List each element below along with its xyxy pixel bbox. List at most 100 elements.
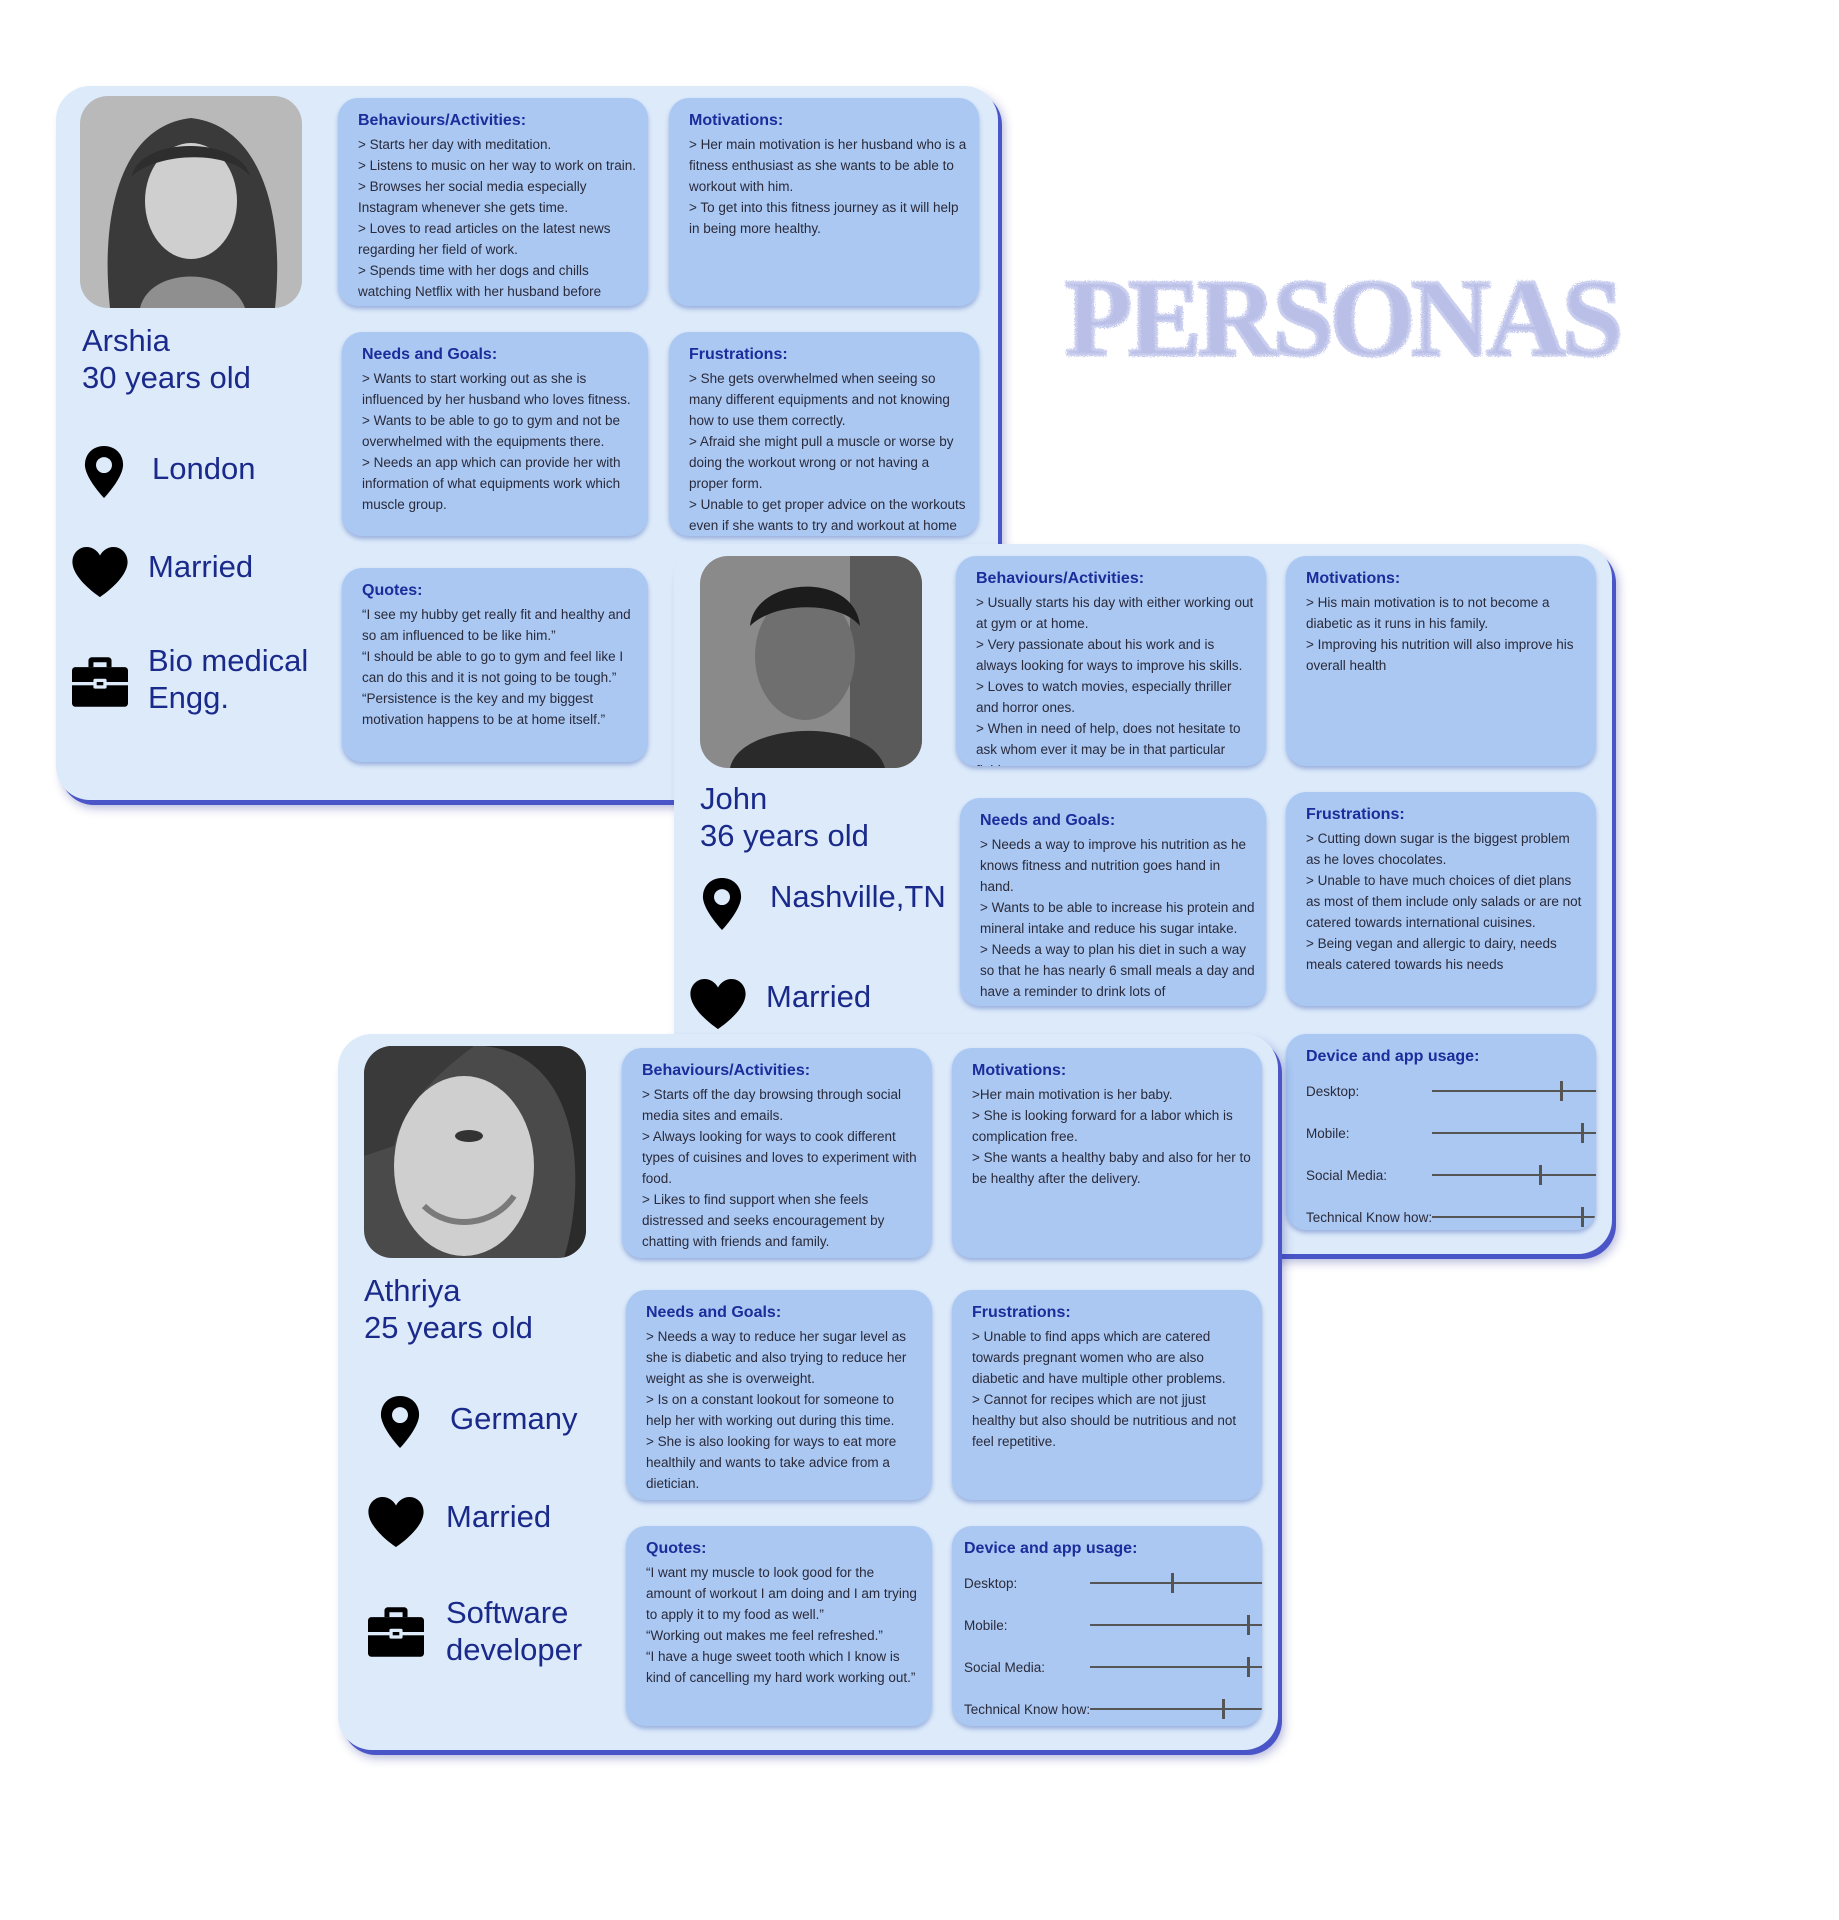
usage-row: Mobile: — [964, 1604, 1262, 1646]
box-title: Behaviours/Activities: — [358, 112, 527, 129]
box-title: Behaviours/Activities: — [976, 570, 1145, 587]
usage-row: Technical Know how: — [1306, 1196, 1596, 1230]
usage-slider-track — [1432, 1081, 1596, 1101]
box-title: Device and app usage: — [1306, 1048, 1480, 1065]
persona-location-text: London — [152, 451, 256, 486]
persona-name-age: Arshia 30 years old — [82, 322, 251, 396]
persona-location-text: Nashville,TN — [770, 879, 946, 914]
briefcase-icon — [368, 1604, 424, 1660]
persona-photo — [364, 1046, 586, 1258]
box-text: “I see my hubby get really fit and healt… — [362, 607, 631, 727]
box-title: Needs and Goals: — [646, 1304, 782, 1321]
box-text: > Starts off the day browsing through so… — [642, 1087, 917, 1249]
needs-goals-box: Needs and Goals: > Wants to start workin… — [342, 332, 648, 536]
usage-slider-track — [1432, 1207, 1596, 1227]
usage-row: Social Media: — [964, 1646, 1262, 1688]
usage-list: Desktop: Mobile: Social Media: Technical Kn… — [964, 1562, 1262, 1726]
persona-age: 36 years old — [700, 818, 869, 853]
usage-slider-knob — [1170, 1573, 1174, 1593]
behaviours-box: Behaviours/Activities: > Starts off the … — [622, 1048, 932, 1258]
usage-slider-track — [1432, 1123, 1596, 1143]
frustrations-box: Frustrations: > Unable to find apps whic… — [952, 1290, 1262, 1500]
persona-status-text: Married — [446, 1499, 552, 1534]
persona-occupation-text: Bio medical Engg. — [148, 643, 309, 715]
usage-label: Desktop: — [1306, 1083, 1360, 1099]
box-text: > Needs a way to improve his nutrition a… — [980, 837, 1255, 999]
usage-slider-track — [1090, 1573, 1262, 1593]
persona-location: London — [76, 444, 255, 500]
device-usage-box: Device and app usage: Desktop: Mobile: Soc… — [1286, 1034, 1596, 1230]
persona-location: Nashville,TN — [694, 876, 946, 932]
usage-label: Technical Know how: — [1306, 1209, 1433, 1225]
usage-label: Social Media: — [1306, 1167, 1388, 1183]
usage-slider-knob — [1581, 1207, 1585, 1227]
box-text: > Her main motivation is her husband who… — [689, 137, 967, 236]
box-title: Needs and Goals: — [980, 812, 1116, 829]
box-title: Behaviours/Activities: — [642, 1062, 811, 1079]
persona-occupation: Software developer — [368, 1594, 582, 1668]
usage-label: Technical Know how: — [964, 1701, 1091, 1717]
usage-row: Technical Know how: — [964, 1688, 1262, 1726]
location-pin-icon — [694, 876, 750, 932]
persona-occupation-text: Software developer — [446, 1595, 583, 1667]
usage-slider-track — [1090, 1615, 1262, 1635]
page-title: PERSONAS — [1060, 250, 1640, 381]
usage-row: Desktop: — [1306, 1070, 1596, 1112]
persona-status-text: Married — [766, 979, 872, 1014]
persona-status: Married — [368, 1494, 551, 1550]
persona-name-age: John 36 years old — [700, 780, 869, 854]
page-title-text: PERSONAS — [1065, 257, 1625, 379]
usage-label: Social Media: — [964, 1659, 1046, 1675]
box-title: Device and app usage: — [964, 1540, 1138, 1557]
quotes-box: Quotes: “I want my muscle to look good f… — [626, 1526, 932, 1726]
box-title: Needs and Goals: — [362, 346, 498, 363]
box-text: “I want my muscle to look good for the a… — [646, 1565, 917, 1685]
usage-label: Desktop: — [964, 1575, 1018, 1591]
behaviours-box: Behaviours/Activities: > Usually starts … — [956, 556, 1266, 766]
heart-icon — [690, 976, 746, 1032]
location-pin-icon — [76, 444, 132, 500]
persona-age: 25 years old — [364, 1310, 533, 1345]
persona-name: John — [700, 781, 768, 816]
box-text: > She gets overwhelmed when seeing so ma… — [689, 371, 966, 533]
box-title: Frustrations: — [689, 346, 788, 363]
device-usage-box: Device and app usage: Desktop: Mobile: Soc… — [952, 1526, 1262, 1726]
box-text: > His main motivation is to not become a… — [1306, 595, 1574, 673]
quotes-box: Quotes: “I see my hubby get really fit a… — [342, 568, 648, 762]
persona-age: 30 years old — [82, 360, 251, 395]
usage-label: Mobile: — [964, 1617, 1008, 1633]
needs-goals-box: Needs and Goals: > Needs a way to improv… — [960, 798, 1266, 1006]
usage-row: Desktop: — [964, 1562, 1262, 1604]
box-text: > Needs a way to reduce her sugar level … — [646, 1329, 907, 1491]
persona-status-text: Married — [148, 549, 254, 584]
persona-name: Arshia — [82, 323, 170, 358]
motivations-box: Motivations: > His main motivation is to… — [1286, 556, 1596, 766]
box-title: Frustrations: — [972, 1304, 1071, 1321]
heart-icon — [72, 544, 128, 600]
usage-slider-knob — [1222, 1699, 1226, 1719]
usage-list: Desktop: Mobile: Social Media: Technical Kn… — [1306, 1070, 1596, 1230]
usage-slider-track — [1090, 1657, 1262, 1677]
persona-name: Athriya — [364, 1273, 461, 1308]
usage-slider-knob — [1538, 1165, 1542, 1185]
box-text: > Wants to start working out as she is i… — [362, 371, 631, 512]
usage-label: Mobile: — [1306, 1125, 1350, 1141]
persona-photo — [80, 96, 302, 308]
usage-row: Social Media: — [1306, 1154, 1596, 1196]
location-pin-icon — [372, 1394, 428, 1450]
persona-status: Married — [690, 976, 871, 1032]
persona-status: Married — [72, 544, 253, 600]
box-text: > Starts her day with meditation. > List… — [358, 137, 637, 306]
usage-slider-knob — [1246, 1657, 1250, 1677]
box-title: Motivations: — [689, 112, 784, 129]
usage-slider-knob — [1581, 1123, 1585, 1143]
box-title: Frustrations: — [1306, 806, 1405, 823]
needs-goals-box: Needs and Goals: > Needs a way to reduce… — [626, 1290, 932, 1500]
behaviours-box: Behaviours/Activities: > Starts her day … — [338, 98, 648, 306]
persona-location: Germany — [372, 1394, 577, 1450]
motivations-box: Motivations: >Her main motivation is her… — [952, 1048, 1262, 1258]
persona-card-athriya: Athriya 25 years old Germany Married Sof… — [338, 1034, 1278, 1750]
usage-slider-knob — [1559, 1081, 1563, 1101]
persona-location-text: Germany — [450, 1401, 578, 1436]
box-title: Motivations: — [1306, 570, 1401, 587]
